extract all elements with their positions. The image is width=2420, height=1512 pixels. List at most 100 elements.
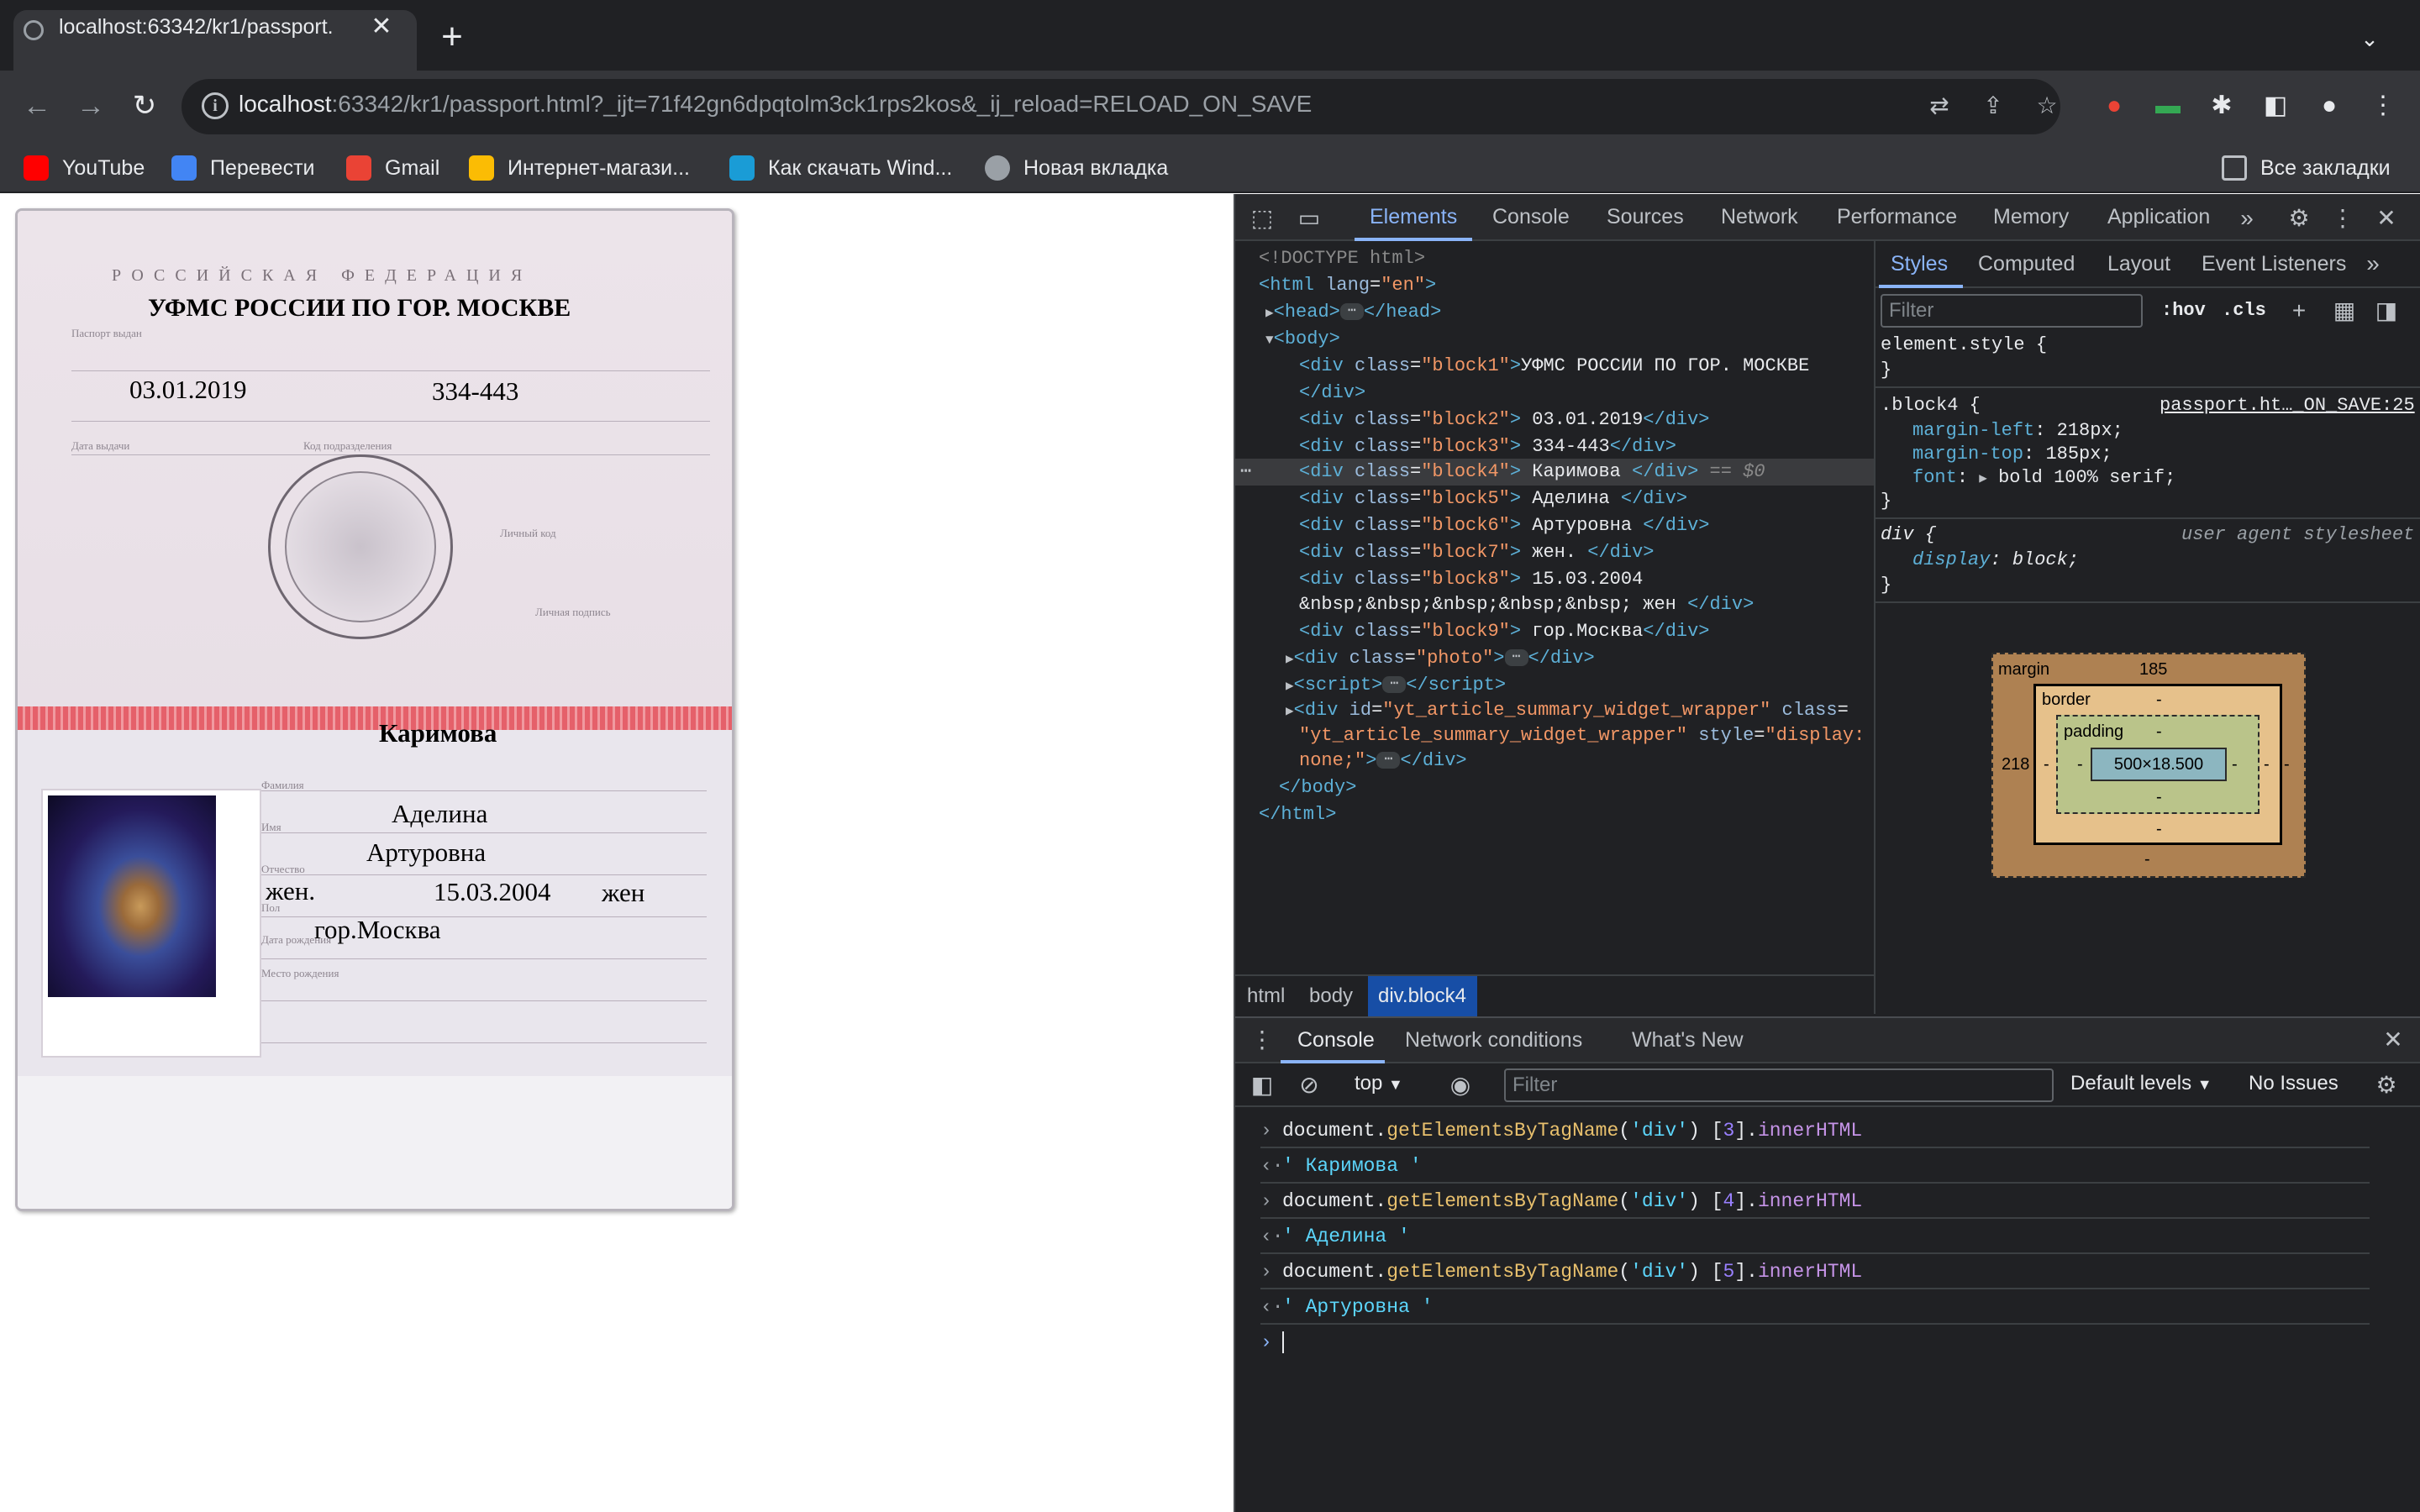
expand-arrow-icon[interactable]: ▶	[1979, 471, 1987, 486]
padding-right-value[interactable]: -	[2232, 755, 2238, 774]
margin-right-value[interactable]: -	[2284, 755, 2290, 774]
panel-splitter[interactable]	[1874, 241, 1876, 1014]
border-top-value[interactable]: -	[2156, 690, 2162, 710]
ellipsis-icon[interactable]: ⋯	[1376, 752, 1401, 769]
drawer-tab-network-conditions[interactable]: Network conditions	[1405, 1028, 1582, 1055]
tab-memory[interactable]: Memory	[1993, 205, 2069, 232]
breadcrumb-body[interactable]: body	[1309, 984, 1353, 1010]
tab-search-icon[interactable]: ⌄	[2353, 22, 2386, 55]
settings-gear-icon[interactable]: ⚙	[2284, 203, 2314, 234]
tab-event-listeners[interactable]: Event Listeners	[2202, 252, 2346, 279]
console-sidebar-icon[interactable]: ◧	[1247, 1070, 1277, 1100]
dom-node-block8-cont[interactable]: &nbsp;&nbsp;&nbsp;&nbsp;&nbsp; жен </div…	[1299, 591, 1754, 618]
device-toolbar-icon[interactable]: ▭	[1294, 203, 1324, 234]
dom-node-block2[interactable]: <div class="block2"> 03.01.2019</div>	[1299, 407, 1710, 433]
forward-icon[interactable]: →	[72, 87, 109, 124]
ellipsis-icon[interactable]: ⋯	[1382, 676, 1407, 694]
close-devtools-icon[interactable]: ✕	[2371, 203, 2402, 234]
dom-node-block8[interactable]: <div class="block8"> 15.03.2004	[1299, 566, 1643, 593]
tab-sources[interactable]: Sources	[1607, 205, 1684, 232]
margin-left-value[interactable]: 218	[2002, 755, 2029, 774]
border-bottom-value[interactable]: -	[2156, 820, 2162, 839]
console-filter-input[interactable]: Filter	[1504, 1068, 2054, 1102]
element-style-rule[interactable]: element.style {	[1881, 333, 2047, 358]
bookmark-new-tab[interactable]: Новая вкладка	[985, 153, 1168, 183]
margin-bottom-value[interactable]: -	[2144, 850, 2150, 869]
padding-left-value[interactable]: -	[2077, 755, 2083, 774]
console-input-line[interactable]: › document.getElementsByTagName('div') [5…	[1260, 1254, 2370, 1289]
html-node[interactable]: <html lang="en">	[1259, 272, 1436, 299]
rule-source-link[interactable]: passport.ht…_ON_SAVE:25	[2160, 393, 2415, 418]
dom-node-block5[interactable]: <div class="block5"> Аделина </div>	[1299, 486, 1687, 512]
row-menu-icon[interactable]: ⋯	[1240, 459, 1251, 486]
dom-node-block3[interactable]: <div class="block3"> 334-443</div>	[1299, 433, 1676, 460]
close-drawer-icon[interactable]: ✕	[2378, 1025, 2408, 1055]
tab-application[interactable]: Application	[2107, 205, 2210, 232]
kebab-menu-icon[interactable]: ⋮	[2328, 203, 2358, 234]
head-node[interactable]: ▶<head> ⋯ </head>	[1265, 299, 1441, 326]
hover-state-toggle[interactable]: :hov	[2161, 296, 2206, 326]
tab-computed[interactable]: Computed	[1978, 252, 2075, 279]
class-toggle[interactable]: .cls	[2222, 296, 2266, 326]
console-output-line[interactable]: ‹·' Каримова '	[1260, 1148, 2370, 1184]
breadcrumb-div-block4[interactable]: div.block4	[1378, 984, 1466, 1010]
tab-layout[interactable]: Layout	[2107, 252, 2170, 279]
log-levels-dropdown[interactable]: Default levels ▼	[2070, 1072, 2212, 1099]
expand-arrow-icon[interactable]: ▶	[1286, 679, 1294, 694]
more-tabs-icon[interactable]: »	[2232, 203, 2262, 234]
drawer-menu-icon[interactable]: ⋮	[1247, 1025, 1277, 1055]
new-tab-button[interactable]: +	[435, 18, 469, 55]
reload-icon[interactable]: ↻	[126, 87, 163, 124]
tab-console[interactable]: Console	[1492, 205, 1570, 232]
dom-node-widget-wrapper-end[interactable]: none;"> ⋯ </div>	[1299, 748, 1467, 774]
drawer-tab-whats-new[interactable]: What's New	[1632, 1028, 1744, 1055]
css-prop-margin-left[interactable]: margin-left: 218px;	[1912, 418, 2123, 444]
puzzle-icon[interactable]: ✱	[2205, 89, 2238, 123]
dom-node-block4-selected[interactable]: <div class="block4"> Каримова </div> == …	[1299, 459, 1765, 486]
padding-bottom-value[interactable]: -	[2156, 788, 2162, 807]
ua-rule-selector[interactable]: div {	[1881, 522, 1936, 548]
all-bookmarks[interactable]: Все закладки	[2222, 153, 2391, 183]
bookmark-star-icon[interactable]: ☆	[2030, 89, 2064, 123]
bookmark-youtube[interactable]: YouTube	[24, 153, 145, 183]
dom-node-script[interactable]: ▶<script> ⋯ </script>	[1286, 672, 1506, 699]
tab-styles[interactable]: Styles	[1891, 252, 1948, 279]
box-model-content-size[interactable]: 500×18.500	[2091, 748, 2227, 781]
dom-node-block6[interactable]: <div class="block6"> Артуровна </div>	[1299, 512, 1710, 539]
bookmark-gmail[interactable]: Gmail	[346, 153, 439, 183]
clear-console-icon[interactable]: ⊘	[1294, 1070, 1324, 1100]
console-output-line[interactable]: ‹·' Артуровна '	[1260, 1289, 2370, 1325]
breadcrumb-html[interactable]: html	[1247, 984, 1285, 1010]
toggle-sidebar-icon[interactable]: ◨	[2371, 296, 2402, 326]
console-input-line[interactable]: › document.getElementsByTagName('div') [3…	[1260, 1113, 2370, 1148]
console-settings-gear-icon[interactable]: ⚙	[2371, 1070, 2402, 1100]
css-prop-margin-top[interactable]: margin-top: 185px;	[1912, 442, 2112, 467]
doctype-line[interactable]: <!DOCTYPE html>	[1259, 245, 1425, 272]
margin-top-value[interactable]: 185	[2139, 660, 2167, 680]
inspect-element-icon[interactable]: ⬚	[1247, 203, 1277, 234]
dom-node-widget-wrapper[interactable]: ▶<div id="yt_article_summary_widget_wrap…	[1286, 697, 1849, 724]
tab-performance[interactable]: Performance	[1837, 205, 1957, 232]
collapse-arrow-icon[interactable]: ▼	[1265, 333, 1274, 348]
dom-node-photo[interactable]: ▶<div class="photo"> ⋯ </div>	[1286, 645, 1595, 672]
side-panel-icon[interactable]: ◧	[2259, 89, 2292, 123]
border-left-value[interactable]: -	[2044, 755, 2049, 774]
dom-node-block1-close[interactable]: </div>	[1299, 380, 1365, 407]
extension-icon[interactable]: ●	[2097, 89, 2131, 123]
padding-top-value[interactable]: -	[2156, 722, 2162, 742]
expand-arrow-icon[interactable]: ▶	[1286, 704, 1294, 719]
expand-arrow-icon[interactable]: ▶	[1265, 306, 1274, 321]
console-input-line[interactable]: › document.getElementsByTagName('div') [4…	[1260, 1184, 2370, 1219]
paint-brush-icon[interactable]: ▦	[2329, 296, 2360, 326]
back-icon[interactable]: ←	[18, 87, 55, 124]
extension-icon[interactable]: ▬	[2151, 89, 2185, 123]
border-right-value[interactable]: -	[2264, 755, 2270, 774]
tab-elements[interactable]: Elements	[1370, 205, 1457, 232]
console-prompt[interactable]: ›	[1260, 1325, 2370, 1360]
dom-node-block7[interactable]: <div class="block7"> жен. </div>	[1299, 539, 1655, 566]
translate-icon[interactable]: ⇄	[1923, 89, 1956, 123]
context-selector[interactable]: top ▼	[1355, 1072, 1403, 1099]
more-tabs-icon[interactable]: »	[2358, 249, 2388, 279]
share-icon[interactable]: ⇪	[1976, 89, 2010, 123]
styles-filter-input[interactable]: Filter	[1881, 294, 2143, 328]
